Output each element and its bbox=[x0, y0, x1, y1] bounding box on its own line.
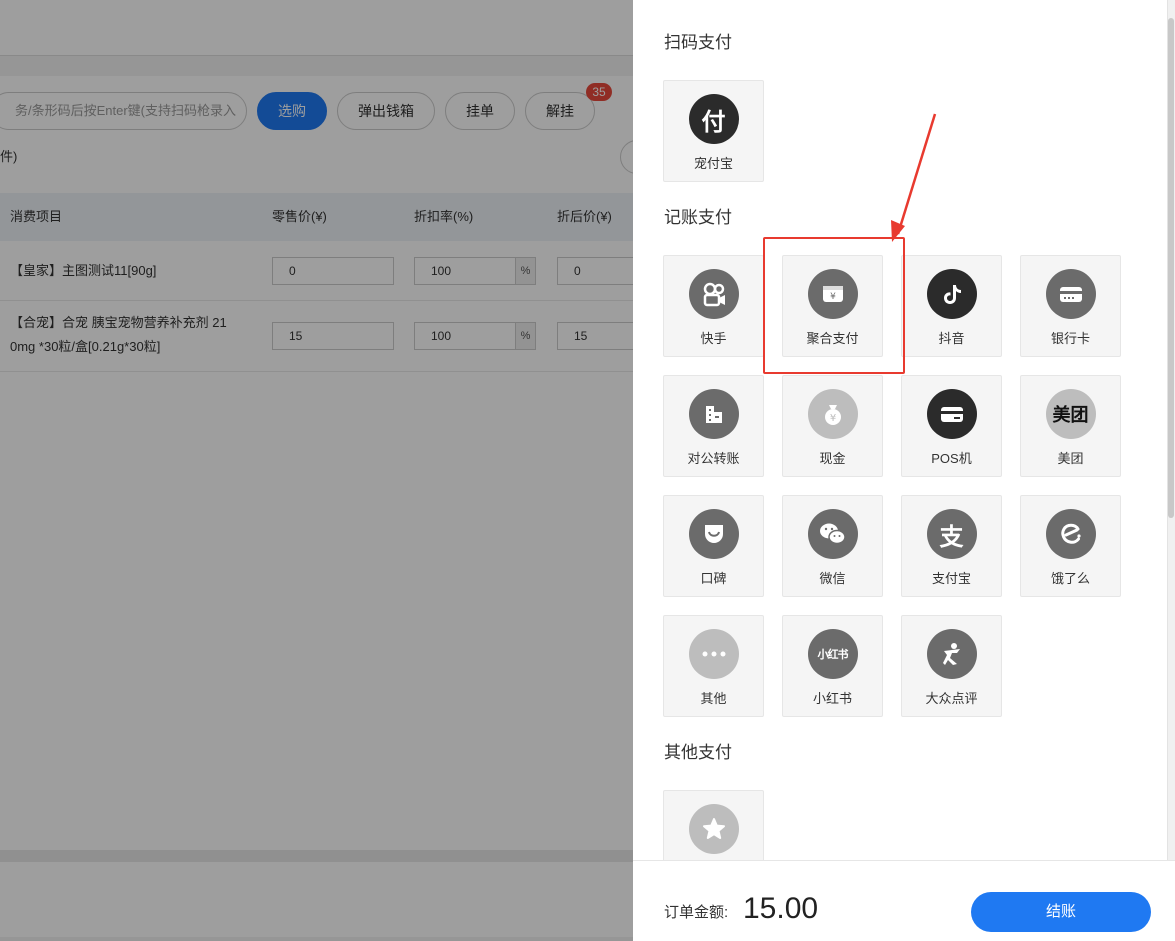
star-icon bbox=[688, 804, 739, 854]
pay-method-label: 现金 bbox=[819, 451, 846, 466]
fu-char-icon: 付 bbox=[688, 94, 739, 144]
pay-method-xiaohongshu[interactable]: 小红书 小红书 bbox=[782, 615, 883, 717]
pay-method-label: 其他 bbox=[700, 691, 727, 706]
scrollbar-thumb[interactable] bbox=[1168, 18, 1174, 518]
pay-method-dianping[interactable]: 大众点评 bbox=[901, 615, 1002, 717]
pay-method-label: 快手 bbox=[700, 331, 727, 346]
pay-method-label: 微信 bbox=[819, 571, 846, 586]
drawer-footer: 订单金额: 15.00 结账 bbox=[633, 860, 1175, 941]
pay-method-label: 大众点评 bbox=[925, 691, 978, 706]
pay-method-eleme[interactable]: 饿了么 bbox=[1020, 495, 1121, 597]
pay-method-bank-card[interactable]: 银行卡 bbox=[1020, 255, 1121, 357]
koubei-icon bbox=[688, 509, 739, 559]
pay-method-kuaishou[interactable]: 快手 bbox=[663, 255, 764, 357]
douyin-icon bbox=[926, 269, 977, 319]
eleme-icon bbox=[1045, 509, 1096, 559]
more-icon bbox=[688, 629, 739, 679]
pay-method-label: 银行卡 bbox=[1050, 331, 1090, 346]
xiaohongshu-icon: 小红书 bbox=[807, 629, 858, 679]
pay-method-other-star[interactable] bbox=[663, 790, 764, 860]
corporate-transfer-icon bbox=[688, 389, 739, 439]
kuaishou-icon bbox=[688, 269, 739, 319]
arrow-annotation-icon bbox=[891, 113, 937, 242]
pay-method-label: POS机 bbox=[931, 451, 972, 466]
pay-method-cash[interactable]: ¥ 现金 bbox=[782, 375, 883, 477]
wechat-icon bbox=[807, 509, 858, 559]
pay-method-label: 宠付宝 bbox=[693, 156, 733, 171]
meituan-icon: 美团 bbox=[1045, 389, 1096, 439]
pay-method-douyin[interactable]: 抖音 bbox=[901, 255, 1002, 357]
pay-method-wechat[interactable]: 微信 bbox=[782, 495, 883, 597]
pos-icon bbox=[926, 389, 977, 439]
alipay-icon: 支 bbox=[926, 509, 977, 559]
cash-icon: ¥ bbox=[807, 389, 858, 439]
section-title-scan-pay: 扫码支付 bbox=[664, 33, 732, 52]
drawer-scrollbar[interactable] bbox=[1167, 0, 1175, 860]
modal-overlay[interactable] bbox=[0, 0, 633, 941]
order-amount-label: 订单金额: bbox=[664, 904, 729, 921]
order-amount-value: 15.00 bbox=[743, 892, 819, 925]
svg-text:¥: ¥ bbox=[829, 413, 835, 424]
pay-method-meituan[interactable]: 美团 美团 bbox=[1020, 375, 1121, 477]
pay-method-label: 小红书 bbox=[812, 691, 852, 706]
pay-method-alipay[interactable]: 支 支付宝 bbox=[901, 495, 1002, 597]
pay-method-koubei[interactable]: 口碑 bbox=[663, 495, 764, 597]
pay-method-other[interactable]: 其他 bbox=[663, 615, 764, 717]
pay-method-label: 饿了么 bbox=[1050, 571, 1090, 586]
pay-method-pos[interactable]: POS机 bbox=[901, 375, 1002, 477]
section-title-other-pay: 其他支付 bbox=[664, 743, 732, 762]
pay-method-label: 支付宝 bbox=[931, 571, 971, 586]
pay-method-label: 美团 bbox=[1057, 451, 1084, 466]
pay-method-label: 对公转账 bbox=[687, 451, 740, 466]
pay-method-chongfubao-scan[interactable]: 付 宠付宝 bbox=[663, 80, 764, 182]
pay-method-corporate-transfer[interactable]: 对公转账 bbox=[663, 375, 764, 477]
checkout-button[interactable]: 结账 bbox=[971, 892, 1151, 932]
dianping-icon bbox=[926, 629, 977, 679]
highlight-annotation-box bbox=[763, 237, 905, 374]
pay-method-label: 抖音 bbox=[938, 331, 965, 346]
bank-card-icon bbox=[1045, 269, 1096, 319]
section-title-ledger-pay: 记账支付 bbox=[664, 208, 732, 227]
pay-method-label: 口碑 bbox=[700, 571, 727, 586]
